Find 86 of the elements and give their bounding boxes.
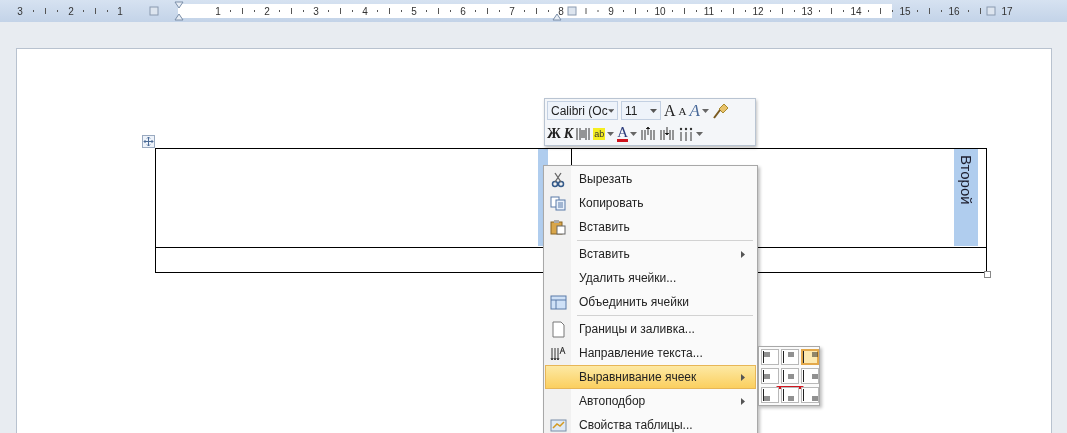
cell-alignment-button[interactable]: [761, 368, 779, 384]
decrease-indent-icon[interactable]: [659, 125, 676, 142]
table-properties-icon: [549, 416, 567, 433]
selected-cell-text: Второй: [954, 149, 978, 246]
ruler-number: 16: [948, 6, 960, 17]
font-name-field[interactable]: Calibri (Oc: [547, 101, 618, 120]
clipboard-icon: [549, 218, 567, 236]
menu-item[interactable]: Автоподбор: [545, 389, 756, 413]
ruler-number: 12: [752, 6, 764, 17]
alignment-icon: [783, 370, 794, 382]
submenu-arrow-icon: [741, 397, 745, 405]
indent-marker[interactable]: [174, 1, 184, 21]
ruler-number: 2: [264, 6, 270, 17]
bullet-list-icon: [678, 126, 695, 141]
ruler-number: 3: [313, 6, 319, 17]
menu-item[interactable]: Вставить: [545, 215, 756, 239]
menu-item[interactable]: Удалить ячейки...: [545, 266, 756, 290]
menu-item[interactable]: Вырезать: [545, 167, 756, 191]
ruler-number: 17: [1001, 6, 1013, 17]
menu-item[interactable]: Выравнивание ячеек: [545, 365, 756, 389]
alignment-icon: [783, 351, 794, 363]
menu-item[interactable]: Границы и заливка...: [545, 314, 756, 341]
column-marker[interactable]: [149, 6, 159, 16]
cell-alignment-button[interactable]: [801, 387, 819, 403]
ruler-number: 15: [899, 6, 911, 17]
alignment-icon: [803, 370, 818, 382]
cell-alignment-button[interactable]: [801, 368, 819, 384]
ruler-number: 4: [362, 6, 368, 17]
dropdown-arrow-icon[interactable]: [696, 131, 704, 136]
increase-indent-icon[interactable]: [640, 125, 657, 142]
alignment-icon: [803, 389, 818, 401]
cell-alignment-button[interactable]: [761, 387, 779, 403]
ruler-number: 7: [509, 6, 515, 17]
ruler-number: 5: [411, 6, 417, 17]
ruler-number: 10: [654, 6, 666, 17]
copy-icon: [549, 194, 567, 212]
cell-alignment-button[interactable]: [781, 349, 799, 365]
cell-alignment-button[interactable]: [781, 387, 799, 403]
menu-item[interactable]: Копировать: [545, 191, 756, 215]
alignment-icon: [763, 370, 770, 382]
table-resize-handle[interactable]: [984, 271, 991, 278]
font-size-field[interactable]: 11: [621, 101, 661, 120]
table-icon: [549, 293, 567, 311]
text-direction-icon: [549, 344, 567, 362]
alignment-icon: [763, 389, 770, 401]
menu-item[interactable]: Свойства таблицы...: [545, 413, 756, 433]
ruler-number: 9: [608, 6, 614, 17]
dropdown-arrow-icon[interactable]: [650, 108, 657, 113]
menu-item[interactable]: Вставить: [545, 239, 756, 266]
submenu-arrow-icon: [741, 373, 745, 381]
ruler-number: 13: [801, 6, 813, 17]
table-move-handle[interactable]: [142, 135, 155, 148]
column-marker[interactable]: [986, 6, 996, 16]
format-painter-icon[interactable]: [711, 101, 730, 120]
submenu-arrow-icon: [741, 250, 745, 258]
center-align-icon[interactable]: [576, 126, 591, 141]
ruler-number: 14: [850, 6, 862, 17]
dropdown-arrow-icon[interactable]: [607, 108, 614, 113]
styles-button[interactable]: A: [689, 101, 709, 120]
ruler-number: 2: [68, 6, 74, 17]
menu-item[interactable]: Объединить ячейки: [545, 290, 756, 314]
dropdown-arrow-icon[interactable]: [607, 131, 615, 136]
ruler-number: 1: [215, 6, 221, 17]
cell-alignment-button[interactable]: [761, 349, 779, 365]
alignment-icon: [763, 351, 770, 363]
right-indent-marker[interactable]: [552, 13, 562, 21]
ruler-number: 11: [703, 6, 715, 17]
scissors-icon: [549, 170, 567, 188]
ruler-number: 1: [117, 6, 123, 17]
ruler-number: 8: [558, 6, 564, 17]
cell-alignment-button[interactable]: [801, 349, 819, 365]
grow-font-button[interactable]: A: [664, 101, 676, 120]
shrink-font-button[interactable]: A: [678, 101, 687, 120]
bold-button[interactable]: Ж: [547, 124, 561, 143]
dropdown-arrow-icon[interactable]: [630, 131, 638, 136]
italic-button[interactable]: К: [563, 124, 574, 143]
ruler-number: 3: [17, 6, 23, 17]
page-icon: [549, 320, 567, 338]
alignment-icon: [783, 389, 794, 401]
alignment-icon: [803, 351, 818, 363]
column-marker[interactable]: [567, 6, 577, 16]
font-color-button[interactable]: A: [617, 124, 638, 143]
menu-item[interactable]: Направление текста...: [545, 341, 756, 365]
ruler-number: 6: [460, 6, 466, 17]
highlight-button[interactable]: ab: [593, 124, 615, 143]
dropdown-arrow-icon[interactable]: [701, 108, 709, 113]
